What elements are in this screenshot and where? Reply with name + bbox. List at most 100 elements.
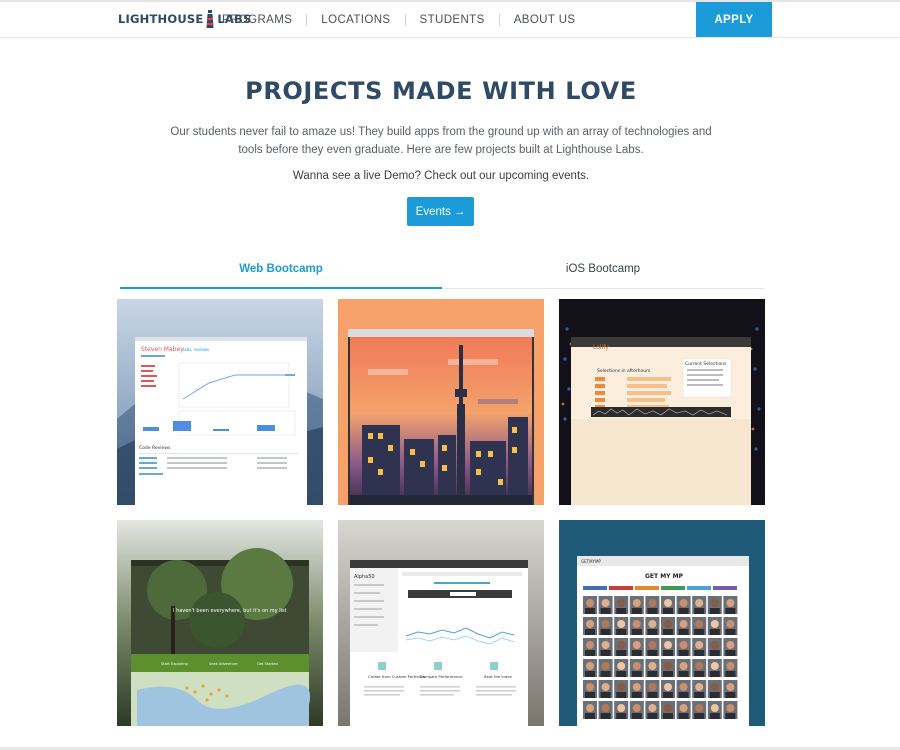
mp-portrait-suit bbox=[663, 692, 673, 698]
mp-portrait-face bbox=[679, 704, 688, 712]
mp-portrait-face bbox=[679, 599, 688, 607]
mp-portrait-suit bbox=[663, 713, 673, 719]
mp-portrait-face bbox=[617, 641, 626, 649]
mp-portrait-face bbox=[726, 662, 735, 670]
mp-portrait-suit bbox=[725, 671, 736, 677]
mp-portrait-face bbox=[710, 662, 719, 670]
mp-portrait-suit bbox=[678, 671, 689, 677]
mp-portrait-face bbox=[586, 641, 594, 649]
mp-portrait-face bbox=[586, 704, 594, 712]
mp-portrait-suit bbox=[600, 650, 611, 656]
mp-portrait-suit bbox=[725, 650, 736, 656]
events-button[interactable]: Events → bbox=[407, 197, 474, 226]
project-card[interactable]: I haven't been everywhere, but it's on m… bbox=[117, 520, 323, 726]
project-screenshot: Alpha50 Create from Custom Portfolios Co… bbox=[338, 520, 544, 726]
project-card[interactable]: Steven Mabey labs, reviews Code Reviews bbox=[117, 299, 323, 505]
mp-portrait-suit bbox=[709, 713, 720, 719]
mp-portrait-face bbox=[617, 620, 626, 628]
mp-portrait-suit bbox=[647, 608, 658, 614]
mp-portrait-face bbox=[726, 599, 735, 607]
mp-portrait-face bbox=[648, 641, 657, 649]
mp-portrait-face bbox=[726, 641, 735, 649]
project-card[interactable] bbox=[338, 299, 544, 505]
mp-portrait-suit bbox=[616, 713, 627, 719]
mp-portrait-suit bbox=[631, 692, 642, 698]
mp-portrait-face bbox=[617, 704, 626, 712]
nav-programs[interactable]: PROGRAMS bbox=[208, 14, 306, 26]
mp-portrait-face bbox=[679, 641, 688, 649]
mp-portrait-suit bbox=[694, 713, 705, 719]
arrow-right-icon: → bbox=[453, 205, 466, 218]
mp-portrait-face bbox=[710, 599, 719, 607]
page-title: PROJECTS MADE WITH LOVE bbox=[245, 77, 637, 105]
demo-prompt: Wanna see a live Demo? Check out our upc… bbox=[292, 170, 590, 182]
mp-portrait-face bbox=[648, 620, 657, 628]
mp-portrait-suit bbox=[647, 692, 658, 698]
mp-portrait-suit bbox=[694, 650, 705, 656]
mp-portrait-face bbox=[695, 599, 704, 607]
mp-portrait-suit bbox=[585, 713, 595, 719]
mp-portrait-suit bbox=[678, 629, 689, 635]
apply-button[interactable]: APPLY bbox=[696, 2, 772, 37]
mp-portrait-suit bbox=[616, 650, 627, 656]
mp-portrait-suit bbox=[663, 650, 673, 656]
mp-portrait-face bbox=[617, 683, 626, 691]
mp-portrait-suit bbox=[585, 629, 595, 635]
mp-portrait-face bbox=[586, 599, 594, 607]
project-name: Lolify bbox=[593, 344, 609, 351]
mp-portrait-face bbox=[601, 683, 610, 691]
project-card[interactable]: Lolify Selections in afterhours Current … bbox=[559, 299, 765, 505]
tab-ios-bootcamp[interactable]: iOS Bootcamp bbox=[442, 256, 764, 288]
mp-portrait-suit bbox=[647, 650, 658, 656]
mp-portrait-face bbox=[710, 683, 719, 691]
mp-portrait-suit bbox=[694, 629, 705, 635]
mp-portrait-face bbox=[632, 599, 641, 607]
project-action: Seek Adventure bbox=[209, 662, 238, 666]
site-header: LIGHTHOUSE LABS PROGRAMS LOCATIONS STUDE… bbox=[0, 2, 900, 38]
mp-portrait-suit bbox=[709, 692, 720, 698]
mp-portrait-suit bbox=[600, 608, 611, 614]
mp-portrait-suit bbox=[663, 608, 673, 614]
mp-portrait-face bbox=[586, 683, 594, 691]
project-card[interactable]: GETMYMP GET MY MP bbox=[559, 520, 765, 726]
mp-portrait-face bbox=[617, 662, 626, 670]
nav-about-us[interactable]: ABOUT US bbox=[500, 14, 590, 26]
mp-portrait-face bbox=[648, 683, 657, 691]
project-brand: GETMYMP bbox=[581, 559, 601, 564]
mp-portrait-face bbox=[679, 620, 688, 628]
mp-portrait-suit bbox=[647, 671, 658, 677]
mp-portrait-face bbox=[601, 641, 610, 649]
mp-portrait-face bbox=[648, 599, 657, 607]
project-screenshot: I haven't been everywhere, but it's on m… bbox=[117, 520, 323, 726]
intro-text: Our students never fail to amaze us! The… bbox=[170, 126, 712, 156]
mp-portrait-face bbox=[695, 662, 704, 670]
mp-portrait-suit bbox=[600, 713, 611, 719]
mp-portrait-suit bbox=[616, 608, 627, 614]
mp-portrait-face bbox=[586, 620, 594, 628]
mp-portrait-face bbox=[664, 641, 672, 649]
mp-portrait-face bbox=[726, 620, 735, 628]
nav-locations[interactable]: LOCATIONS bbox=[307, 14, 404, 26]
mp-portrait-suit bbox=[694, 608, 705, 614]
mp-portrait-suit bbox=[631, 650, 642, 656]
tab-web-bootcamp[interactable]: Web Bootcamp bbox=[120, 256, 442, 289]
mp-portrait-face bbox=[664, 704, 672, 712]
project-card[interactable]: Alpha50 Create from Custom Portfolios Co… bbox=[338, 520, 544, 726]
mp-portrait-suit bbox=[631, 713, 642, 719]
mp-portrait-face bbox=[601, 704, 610, 712]
mp-portrait-suit bbox=[600, 629, 611, 635]
mp-portrait-face bbox=[632, 662, 641, 670]
mp-portrait-face bbox=[586, 662, 594, 670]
mp-portrait-face bbox=[648, 704, 657, 712]
mp-portrait-face bbox=[664, 683, 672, 691]
nav-students[interactable]: STUDENTS bbox=[406, 14, 499, 26]
mp-portrait-suit bbox=[631, 608, 642, 614]
mp-portrait-suit bbox=[678, 650, 689, 656]
project-panel-title: Current Selections bbox=[685, 361, 727, 367]
project-feature: Beat the Index bbox=[484, 674, 513, 679]
mp-portrait-suit bbox=[663, 671, 673, 677]
project-tag: labs, reviews bbox=[183, 347, 209, 352]
logo-text-left: LIGHTHOUSE bbox=[118, 12, 204, 26]
mp-portrait-suit bbox=[709, 671, 720, 677]
mp-portrait-face bbox=[632, 704, 641, 712]
